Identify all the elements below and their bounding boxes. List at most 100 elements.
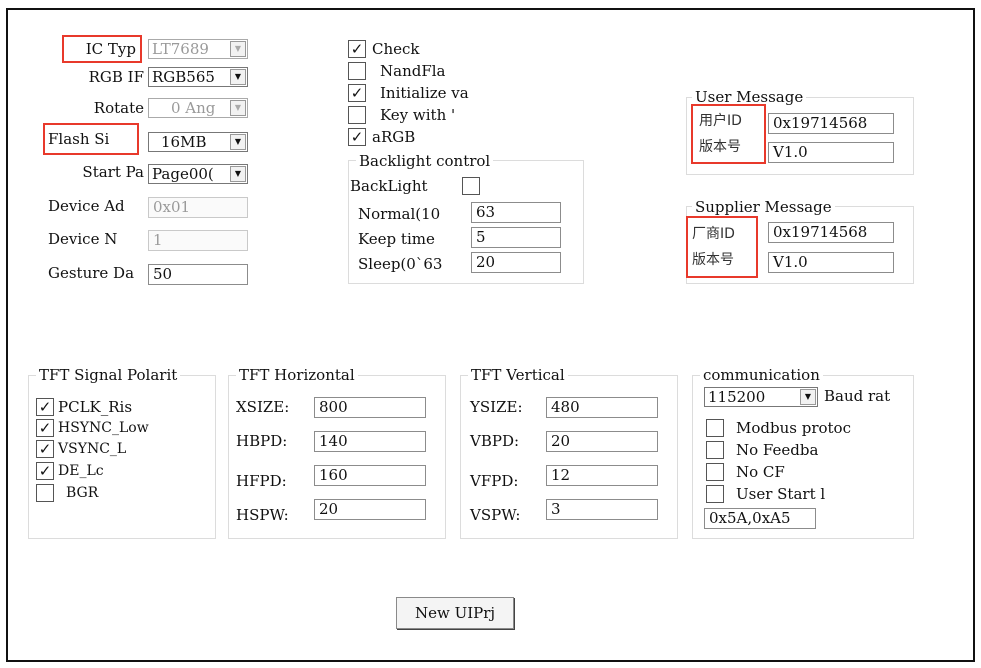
modbus-label: Modbus protoc [736, 419, 851, 437]
device-n-field[interactable]: 1 [148, 230, 248, 251]
hsync-checkbox[interactable]: ✓ [36, 419, 54, 437]
rotate-select[interactable]: 0 Ang ▼ [148, 98, 248, 118]
start-page-select[interactable]: Page00( ▼ [148, 164, 248, 184]
supplier-version-label: 版本号 [692, 252, 734, 268]
initialize-checkbox[interactable]: ✓ [348, 84, 366, 102]
checkmark-icon: ✓ [38, 398, 52, 416]
checkmark-icon: ✓ [350, 40, 364, 58]
checkmark-icon: ✓ [350, 84, 364, 102]
flash-size-label: Flash Si [43, 123, 139, 155]
de-label: DE_Lc [58, 463, 104, 479]
chevron-down-icon[interactable]: ▼ [230, 166, 246, 182]
ysize-label: YSIZE: [470, 398, 523, 416]
user-start-label: User Start l [736, 485, 826, 503]
supplier-version-field[interactable]: V1.0 [768, 252, 894, 273]
vsync-checkbox[interactable]: ✓ [36, 440, 54, 458]
xsize-label: XSIZE: [236, 398, 290, 416]
nandflash-checkbox[interactable] [348, 62, 366, 80]
vsync-label: VSYNC_L [58, 441, 127, 457]
polarity-title: TFT Signal Polarit [36, 366, 181, 384]
no-feedback-checkbox[interactable] [706, 441, 724, 459]
user-id-label: 用户ID [699, 113, 742, 129]
flash-size-select[interactable]: 16MB ▼ [148, 132, 248, 152]
xsize-field[interactable]: 800 [314, 397, 426, 418]
sleep-label: Sleep(0`63 [358, 255, 443, 273]
user-start-checkbox[interactable] [706, 485, 724, 503]
rgb-if-select[interactable]: RGB565 ▼ [148, 67, 248, 87]
sleep-field[interactable]: 20 [471, 252, 561, 273]
hbpd-field[interactable]: 140 [314, 431, 426, 452]
user-id-labels: 用户ID 版本号 [691, 104, 766, 164]
checkmark-icon: ✓ [38, 419, 52, 437]
start-bytes-field[interactable]: 0x5A,0xA5 [704, 508, 816, 529]
initialize-label: Initialize va [380, 84, 469, 102]
chevron-down-icon[interactable]: ▼ [230, 41, 246, 57]
vspw-field[interactable]: 3 [546, 499, 658, 520]
argb-checkbox[interactable]: ✓ [348, 128, 366, 146]
supplier-id-labels: 厂商ID 版本号 [686, 216, 758, 278]
modbus-checkbox[interactable] [706, 419, 724, 437]
hsync-label: HSYNC_Low [58, 420, 149, 436]
baud-rate-label: Baud rat [824, 387, 891, 405]
chevron-down-icon[interactable]: ▼ [230, 134, 246, 150]
chevron-down-icon[interactable]: ▼ [800, 389, 816, 405]
bgr-label: BGR [66, 485, 99, 501]
no-feedback-label: No Feedba [736, 441, 819, 459]
vspw-label: VSPW: [470, 506, 521, 524]
pclk-label: PCLK_Ris [58, 398, 133, 416]
backlight-title: Backlight control [356, 152, 494, 170]
supplier-id-field[interactable]: 0x19714568 [768, 222, 894, 243]
check-checkbox[interactable]: ✓ [348, 40, 366, 58]
argb-label: aRGB [372, 128, 416, 146]
bgr-checkbox[interactable] [36, 484, 54, 502]
user-version-field[interactable]: V1.0 [768, 142, 894, 163]
device-addr-field[interactable]: 0x01 [148, 197, 248, 218]
key-with-checkbox[interactable] [348, 106, 366, 124]
ysize-field[interactable]: 480 [546, 397, 658, 418]
backlight-checkbox[interactable] [462, 177, 480, 195]
pclk-checkbox[interactable]: ✓ [36, 398, 54, 416]
ic-type-select[interactable]: LT7689 ▼ [148, 39, 248, 59]
no-crc-label: No CF [736, 463, 785, 481]
vfpd-label: VFPD: [470, 472, 519, 490]
key-with-label: Key with ' [380, 106, 456, 124]
rotate-value: 0 Ang [171, 99, 216, 117]
horizontal-title: TFT Horizontal [236, 366, 358, 384]
chevron-down-icon[interactable]: ▼ [230, 69, 246, 85]
ic-type-label: IC Typ [62, 35, 142, 63]
keep-time-label: Keep time [358, 230, 435, 248]
hfpd-field[interactable]: 160 [314, 465, 426, 486]
vertical-title: TFT Vertical [468, 366, 568, 384]
supplier-message-title: Supplier Message [692, 198, 835, 216]
rgb-if-label: RGB IF [88, 68, 144, 86]
normal-field[interactable]: 63 [471, 202, 561, 223]
baud-rate-select[interactable]: 115200 ▼ [704, 387, 818, 407]
new-uiprj-button[interactable]: New UIPrj [396, 597, 514, 629]
hfpd-label: HFPD: [236, 472, 287, 490]
gesture-label: Gesture Da [48, 264, 135, 282]
check-label: Check [372, 40, 420, 58]
no-crc-checkbox[interactable] [706, 463, 724, 481]
user-id-field[interactable]: 0x19714568 [768, 113, 894, 134]
normal-label: Normal(10 [358, 205, 441, 223]
checkmark-icon: ✓ [38, 462, 52, 480]
start-page-value: Page00( [152, 165, 214, 183]
start-page-label: Start Pa [82, 163, 144, 181]
backlight-label: BackLight [350, 177, 428, 195]
chevron-down-icon[interactable]: ▼ [230, 100, 246, 116]
gesture-field[interactable]: 50 [148, 264, 248, 285]
rgb-if-value: RGB565 [152, 68, 215, 86]
baud-rate-value: 115200 [708, 388, 766, 406]
vfpd-field[interactable]: 12 [546, 465, 658, 486]
nandflash-label: NandFla [380, 62, 446, 80]
de-checkbox[interactable]: ✓ [36, 462, 54, 480]
hspw-field[interactable]: 20 [314, 499, 426, 520]
user-message-title: User Message [692, 88, 807, 106]
checkmark-icon: ✓ [38, 440, 52, 458]
communication-title: communication [700, 366, 823, 384]
flash-size-value: 16MB [161, 133, 207, 151]
keep-time-field[interactable]: 5 [471, 227, 561, 248]
vbpd-field[interactable]: 20 [546, 431, 658, 452]
ic-type-value: LT7689 [152, 40, 209, 58]
device-addr-label: Device Ad [48, 197, 125, 215]
